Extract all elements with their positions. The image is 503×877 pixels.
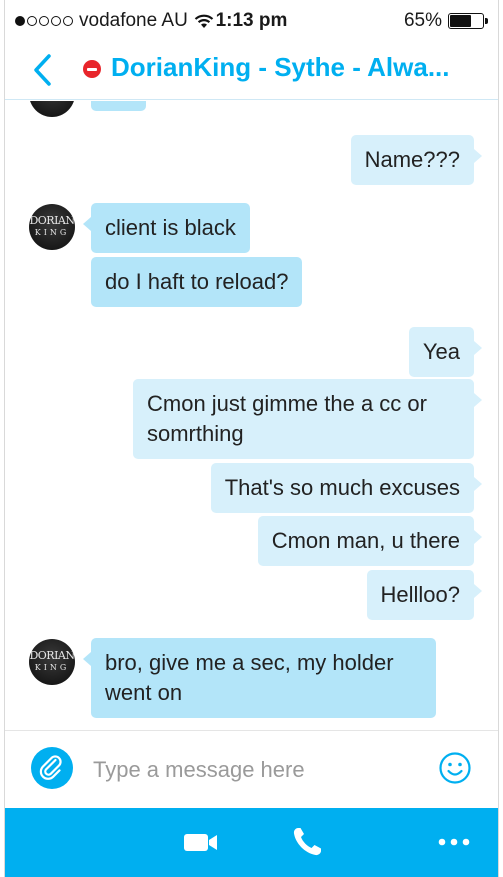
more-icon[interactable] <box>436 832 472 852</box>
conversation-title[interactable]: DorianKing - Sythe - Alwa... <box>111 52 480 83</box>
message-bubble-outgoing[interactable]: Cmon just gimme the a cc or somrthing <box>133 379 482 459</box>
battery-icon <box>448 13 488 29</box>
contact-avatar[interactable] <box>29 101 75 117</box>
message-bubble-outgoing[interactable]: That's so much excuses <box>210 463 483 513</box>
message-bubble-incoming[interactable]: bro, give me a sec, my holder went on <box>83 638 436 718</box>
phone-icon[interactable] <box>289 824 325 860</box>
message-input[interactable]: Type a message here <box>93 757 305 783</box>
message-bubble-outgoing[interactable]: Cmon man, u there <box>257 516 483 566</box>
battery-fill <box>450 15 471 27</box>
message-list[interactable]: Name??? DORIAN KING client is black do I… <box>5 101 498 730</box>
conversation-header: DorianKing - Sythe - Alwa... <box>5 40 498 100</box>
app-frame: vodafone AU 1:13 pm 65% DorianKing - Syt… <box>4 0 499 877</box>
message-bubble-incoming[interactable]: client is black <box>83 203 250 253</box>
message-bubble-outgoing[interactable]: Yea <box>408 327 483 377</box>
message-bubble-outgoing[interactable]: Name??? <box>350 135 483 185</box>
message-bubble-incoming[interactable]: do I haft to reload? <box>91 257 303 307</box>
message-composer: Type a message here <box>5 730 498 808</box>
smiley-icon[interactable] <box>438 751 472 785</box>
message-bubble-outgoing[interactable]: Hellloo? <box>366 570 482 620</box>
paperclip-icon <box>39 755 62 780</box>
status-bar: vodafone AU 1:13 pm 65% <box>5 0 498 40</box>
contact-avatar[interactable]: DORIAN KING <box>29 639 75 685</box>
message-bubble-partial <box>91 101 146 111</box>
battery-percent: 65% <box>403 10 442 31</box>
contact-avatar[interactable]: DORIAN KING <box>29 204 75 250</box>
attach-button[interactable] <box>31 747 73 789</box>
call-toolbar <box>5 808 498 877</box>
video-call-icon[interactable] <box>181 828 221 856</box>
presence-dnd-icon <box>83 60 101 78</box>
back-chevron-icon[interactable] <box>25 50 61 90</box>
